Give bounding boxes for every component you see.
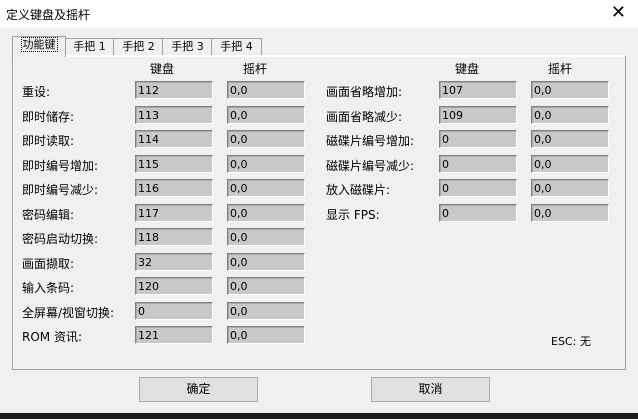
joystick-binding-field[interactable]: 0,0	[227, 130, 305, 148]
window-title: 定义键盘及摇杆	[6, 8, 91, 22]
keyboard-binding-field[interactable]: 0	[439, 154, 517, 173]
row-label: 即时编号减少:	[22, 183, 99, 197]
ok-button[interactable]: 确定	[139, 377, 258, 402]
title-bar: 定义键盘及摇杆 ✕	[0, 0, 638, 28]
joystick-binding-field[interactable]: 0,0	[227, 326, 305, 344]
row-label: ROM 资讯:	[22, 330, 82, 344]
keyboard-binding-field[interactable]: 32	[135, 252, 213, 271]
left-joystick-header: 摇杆	[243, 62, 268, 76]
tab-controller-4[interactable]: 手把 4	[211, 38, 262, 56]
keyboard-binding-field[interactable]: 120	[135, 277, 213, 295]
close-icon[interactable]: ✕	[611, 3, 626, 23]
joystick-binding-field[interactable]: 0,0	[227, 228, 305, 246]
joystick-binding-field[interactable]: 0,0	[531, 130, 609, 148]
row-label: 即时编号增加:	[22, 158, 99, 173]
keyboard-binding-field[interactable]: 0	[135, 301, 213, 320]
row-label: 画面撷取:	[22, 256, 75, 271]
joystick-binding-field[interactable]: 0,0	[227, 252, 305, 271]
joystick-binding-field[interactable]: 0,0	[227, 277, 305, 295]
keyboard-binding-field[interactable]: 109	[439, 105, 517, 124]
joystick-binding-field[interactable]: 0,0	[227, 301, 305, 320]
keyboard-binding-field[interactable]: 121	[135, 326, 213, 344]
joystick-binding-field[interactable]: 0,0	[531, 105, 609, 124]
row-label: 即时储存:	[22, 109, 75, 124]
tab-controller-3[interactable]: 手把 3	[162, 38, 213, 56]
joystick-binding-field[interactable]: 0,0	[227, 154, 305, 173]
keyboard-binding-field[interactable]: 116	[135, 179, 213, 197]
right-joystick-header: 摇杆	[548, 62, 573, 76]
row-label: 显示 FPS:	[326, 207, 380, 222]
row-label: 画面省略减少:	[326, 109, 403, 124]
keyboard-binding-field[interactable]: 118	[135, 228, 213, 246]
joystick-binding-field[interactable]: 0,0	[227, 179, 305, 197]
keyboard-binding-field[interactable]: 0	[439, 203, 517, 222]
row-label: 放入磁碟片:	[326, 183, 391, 197]
row-label: 重设:	[22, 85, 51, 99]
joystick-binding-field[interactable]: 0,0	[531, 179, 609, 197]
row-label: 即时读取:	[22, 134, 75, 148]
row-label: 画面省略增加:	[326, 85, 403, 99]
row-label: 输入条码:	[22, 281, 75, 295]
joystick-binding-field[interactable]: 0,0	[227, 203, 305, 222]
keyboard-binding-field[interactable]: 0	[439, 130, 517, 148]
tab-controller-2[interactable]: 手把 2	[113, 38, 164, 56]
keyboard-binding-field[interactable]: 112	[135, 81, 213, 99]
keyboard-binding-field[interactable]: 113	[135, 105, 213, 124]
row-label: 磁碟片编号增加:	[326, 134, 415, 148]
row-label: 全屏幕/视窗切换:	[22, 305, 115, 320]
joystick-binding-field[interactable]: 0,0	[531, 203, 609, 222]
joystick-binding-field[interactable]: 0,0	[227, 105, 305, 124]
right-keyboard-header: 键盘	[455, 62, 480, 76]
row-label: 磁碟片编号减少:	[326, 158, 415, 173]
dialog-window: 定义键盘及摇杆 ✕ 功能键 手把 1 手把 2 手把 3 手把 4 键盘 摇杆 …	[0, 0, 638, 419]
keyboard-binding-field[interactable]: 117	[135, 203, 213, 222]
row-label: 密码启动切换:	[22, 232, 99, 246]
tab-function-keys[interactable]: 功能键	[12, 36, 66, 57]
esc-hint: ESC: 无	[551, 335, 591, 348]
tab-controller-1[interactable]: 手把 1	[64, 38, 115, 56]
joystick-binding-field[interactable]: 0,0	[531, 81, 609, 99]
keyboard-binding-field[interactable]: 0	[439, 179, 517, 197]
left-keyboard-header: 键盘	[150, 62, 175, 76]
row-label: 密码编辑:	[22, 207, 75, 222]
cancel-button[interactable]: 取消	[371, 377, 490, 402]
keyboard-binding-field[interactable]: 114	[135, 130, 213, 148]
joystick-binding-field[interactable]: 0,0	[531, 154, 609, 173]
joystick-binding-field[interactable]: 0,0	[227, 81, 305, 99]
keyboard-binding-field[interactable]: 107	[439, 81, 517, 99]
background-strip	[0, 413, 638, 419]
keyboard-binding-field[interactable]: 115	[135, 154, 213, 173]
